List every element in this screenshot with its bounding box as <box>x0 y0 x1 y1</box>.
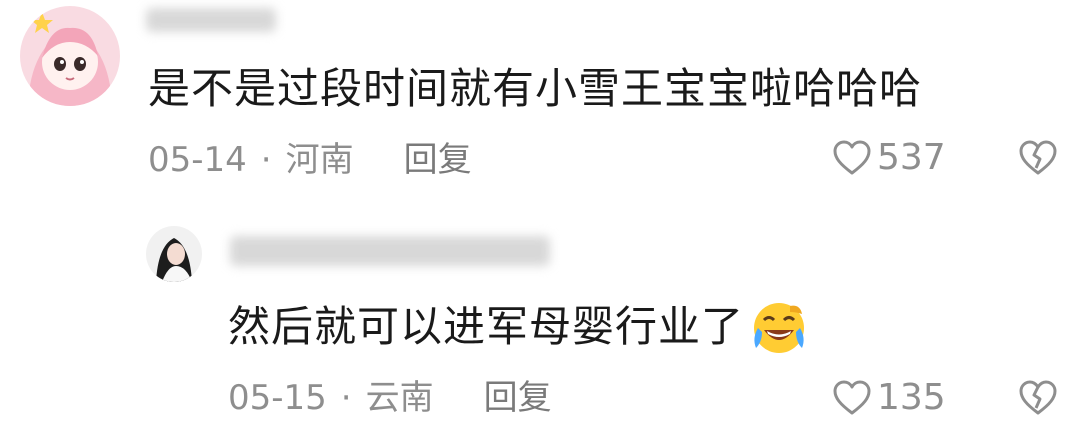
reply-button[interactable]: 回复 <box>404 140 472 180</box>
like-button[interactable]: 537 <box>833 138 946 178</box>
broken-heart-icon <box>1019 380 1057 415</box>
reply-like-count: 135 <box>877 377 946 418</box>
heart-outline-icon <box>833 140 871 175</box>
reply-text: 然后就可以进军母婴行业了 <box>228 302 745 351</box>
username-blurred[interactable] <box>146 8 276 32</box>
reply-reply-button[interactable]: 回复 <box>484 378 552 418</box>
heart-outline-icon <box>833 380 871 415</box>
reply-text-row: 然后就可以进军母婴行业了 <box>228 298 808 356</box>
meta-separator: · <box>340 378 352 418</box>
reply-date: 05-15 <box>228 378 327 418</box>
reply-meta: 05-15 · 云南 回复 <box>228 378 552 418</box>
dislike-button[interactable] <box>1018 138 1058 178</box>
reply-location: 云南 <box>365 378 434 418</box>
reply-username-blurred[interactable] <box>230 236 550 266</box>
avatar[interactable] <box>20 6 120 106</box>
broken-heart-icon <box>1019 140 1057 175</box>
comment-location: 河南 <box>285 140 354 180</box>
reply-like-button[interactable]: 135 <box>833 378 946 418</box>
comment-thread: 是不是过段时间就有小雪王宝宝啦哈哈哈 05-14 · 河南 回复 537 然后就… <box>0 0 1080 426</box>
laughing-crying-emoji-icon <box>754 303 805 353</box>
like-count: 537 <box>877 137 946 178</box>
comment-date: 05-14 <box>148 140 247 180</box>
comment-meta: 05-14 · 河南 回复 <box>148 140 472 180</box>
reply-dislike-button[interactable] <box>1018 378 1058 418</box>
comment-text: 是不是过段时间就有小雪王宝宝啦哈哈哈 <box>148 64 923 113</box>
reply-avatar[interactable] <box>146 226 202 282</box>
meta-separator: · <box>260 140 272 180</box>
